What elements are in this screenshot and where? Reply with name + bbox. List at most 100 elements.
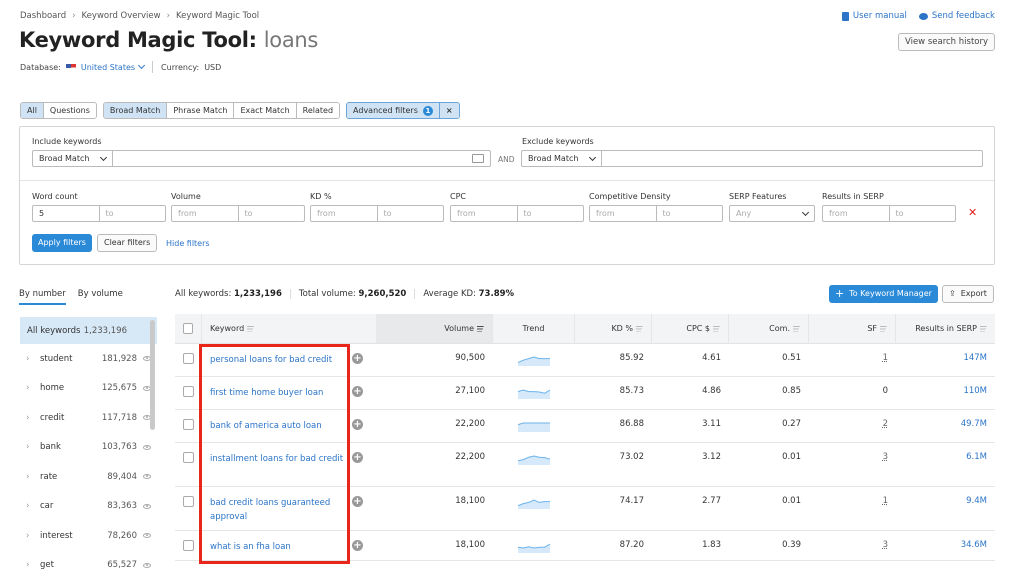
add-keyword-icon[interactable]: + <box>352 386 363 397</box>
chevron-right-icon[interactable]: › <box>26 560 40 570</box>
sidebar-item[interactable]: ›rate89,404 <box>20 462 157 492</box>
competitive-density-to[interactable]: to <box>657 206 723 221</box>
cpc-from[interactable]: from <box>451 206 518 221</box>
row-checkbox[interactable] <box>183 496 194 507</box>
chevron-right-icon[interactable]: › <box>26 383 40 393</box>
tab-broad-match[interactable]: Broad Match <box>104 103 167 118</box>
results-in-serp-link[interactable]: 49.7M <box>961 419 987 429</box>
tab-by-volume[interactable]: By volume <box>78 289 123 305</box>
column-cpc[interactable]: CPC $ <box>652 314 729 343</box>
sidebar-item[interactable]: ›interest78,260 <box>20 521 157 551</box>
results-in-serp-link[interactable]: 9.4M <box>966 496 987 506</box>
select-all-checkbox[interactable] <box>183 323 193 334</box>
eye-icon[interactable] <box>143 474 151 479</box>
database-select[interactable]: United States <box>81 63 144 72</box>
kd-to[interactable]: to <box>378 206 444 221</box>
results-in-serp-link[interactable]: 6.1M <box>966 452 987 462</box>
advanced-filters-button[interactable]: Advanced filters1 <box>347 103 440 118</box>
tab-related[interactable]: Related <box>297 103 339 118</box>
exclude-keywords-field: Broad Match <box>521 150 983 167</box>
sidebar-item[interactable]: ›student181,928 <box>20 344 157 374</box>
include-match-select[interactable]: Broad Match <box>33 151 113 166</box>
add-keyword-icon[interactable]: + <box>352 353 363 364</box>
competitive-density-from[interactable]: from <box>590 206 657 221</box>
row-checkbox[interactable] <box>183 419 194 430</box>
close-icon[interactable]: × <box>440 103 459 118</box>
column-keyword[interactable]: Keyword <box>202 314 376 343</box>
cpc-to[interactable]: to <box>518 206 584 221</box>
send-feedback-label[interactable]: Send feedback <box>932 11 995 21</box>
chevron-right-icon[interactable]: › <box>26 501 40 511</box>
sidebar-scrollbar[interactable] <box>150 320 155 430</box>
hide-filters-link[interactable]: Hide filters <box>166 239 210 248</box>
chevron-right-icon[interactable]: › <box>26 442 40 452</box>
column-kd[interactable]: KD % <box>575 314 652 343</box>
user-manual-label[interactable]: User manual <box>853 11 907 21</box>
column-results-in-serp[interactable]: Results in SERP <box>896 314 995 343</box>
row-checkbox[interactable] <box>183 386 194 397</box>
tab-all[interactable]: All <box>21 103 44 118</box>
kd-cell: 86.88 <box>575 419 652 429</box>
sidebar-item[interactable]: ›get65,527 <box>20 551 157 580</box>
sf-cell[interactable]: 1 <box>883 496 888 506</box>
row-checkbox[interactable] <box>183 452 194 463</box>
eye-icon[interactable] <box>143 533 151 538</box>
send-feedback-link[interactable]: Send feedback <box>919 11 995 21</box>
sf-cell[interactable]: 2 <box>883 419 888 429</box>
add-keyword-icon[interactable]: + <box>352 419 363 430</box>
add-keyword-icon[interactable]: + <box>352 452 363 463</box>
exclude-keywords-input[interactable] <box>602 151 982 166</box>
export-button[interactable]: ⇪Export <box>942 285 994 303</box>
column-com[interactable]: Com. <box>729 314 809 343</box>
user-manual-link[interactable]: User manual <box>842 11 907 21</box>
results-in-serp-link[interactable]: 147M <box>963 353 987 363</box>
results-in-serp-to[interactable]: to <box>890 206 956 221</box>
word-count-to[interactable]: to <box>100 206 166 221</box>
chevron-right-icon[interactable]: › <box>26 354 40 364</box>
sidebar-item[interactable]: ›bank103,763 <box>20 433 157 463</box>
row-checkbox[interactable] <box>183 353 194 364</box>
volume-from[interactable]: from <box>172 206 239 221</box>
chevron-right-icon[interactable]: › <box>26 531 40 541</box>
tab-by-number[interactable]: By number <box>19 289 66 305</box>
volume-to[interactable]: to <box>239 206 305 221</box>
sf-cell[interactable]: 1 <box>883 353 888 363</box>
eye-icon[interactable] <box>143 445 151 450</box>
serp-features-select[interactable]: Any <box>729 205 815 222</box>
breadcrumb-dashboard[interactable]: Dashboard <box>20 11 66 21</box>
column-sf[interactable]: SF <box>809 314 896 343</box>
sidebar-item-all-keywords[interactable]: All keywords1,233,196 <box>20 317 157 344</box>
list-icon[interactable] <box>472 154 484 163</box>
tab-exact-match[interactable]: Exact Match <box>234 103 296 118</box>
eye-icon[interactable] <box>143 504 151 509</box>
results-in-serp-link[interactable]: 110M <box>963 386 987 396</box>
include-keywords-input[interactable] <box>113 151 466 166</box>
chevron-right-icon[interactable]: › <box>26 472 40 482</box>
sf-cell[interactable]: 3 <box>883 540 888 550</box>
column-volume[interactable]: Volume <box>376 314 493 343</box>
add-keyword-icon[interactable]: + <box>352 540 363 551</box>
chevron-right-icon[interactable]: › <box>26 413 40 423</box>
sf-cell[interactable]: 3 <box>883 452 888 462</box>
kd-from[interactable]: from <box>311 206 378 221</box>
tab-phrase-match[interactable]: Phrase Match <box>167 103 234 118</box>
breadcrumb-keyword-overview[interactable]: Keyword Overview <box>82 11 161 21</box>
com-cell: 0.85 <box>729 386 809 396</box>
results-in-serp-link[interactable]: 34.6M <box>961 540 987 550</box>
column-label: KD % <box>611 324 633 333</box>
sidebar-item[interactable]: ›home125,675 <box>20 374 157 404</box>
add-keyword-icon[interactable]: + <box>352 496 363 507</box>
apply-filters-button[interactable]: Apply filters <box>32 234 92 252</box>
clear-filters-button[interactable]: Clear filters <box>97 234 157 252</box>
exclude-match-select[interactable]: Broad Match <box>522 151 602 166</box>
eye-icon[interactable] <box>143 563 151 568</box>
row-checkbox[interactable] <box>183 540 194 551</box>
results-in-serp-from[interactable]: from <box>823 206 890 221</box>
sidebar-item[interactable]: ›credit117,718 <box>20 403 157 433</box>
view-search-history-button[interactable]: View search history <box>898 33 995 51</box>
word-count-from[interactable]: 5 <box>33 206 100 221</box>
sidebar-item[interactable]: ›car83,363 <box>20 492 157 522</box>
tab-questions[interactable]: Questions <box>44 103 96 118</box>
remove-filter-icon[interactable]: ✕ <box>968 206 977 219</box>
to-keyword-manager-button[interactable]: +To Keyword Manager <box>829 285 938 303</box>
